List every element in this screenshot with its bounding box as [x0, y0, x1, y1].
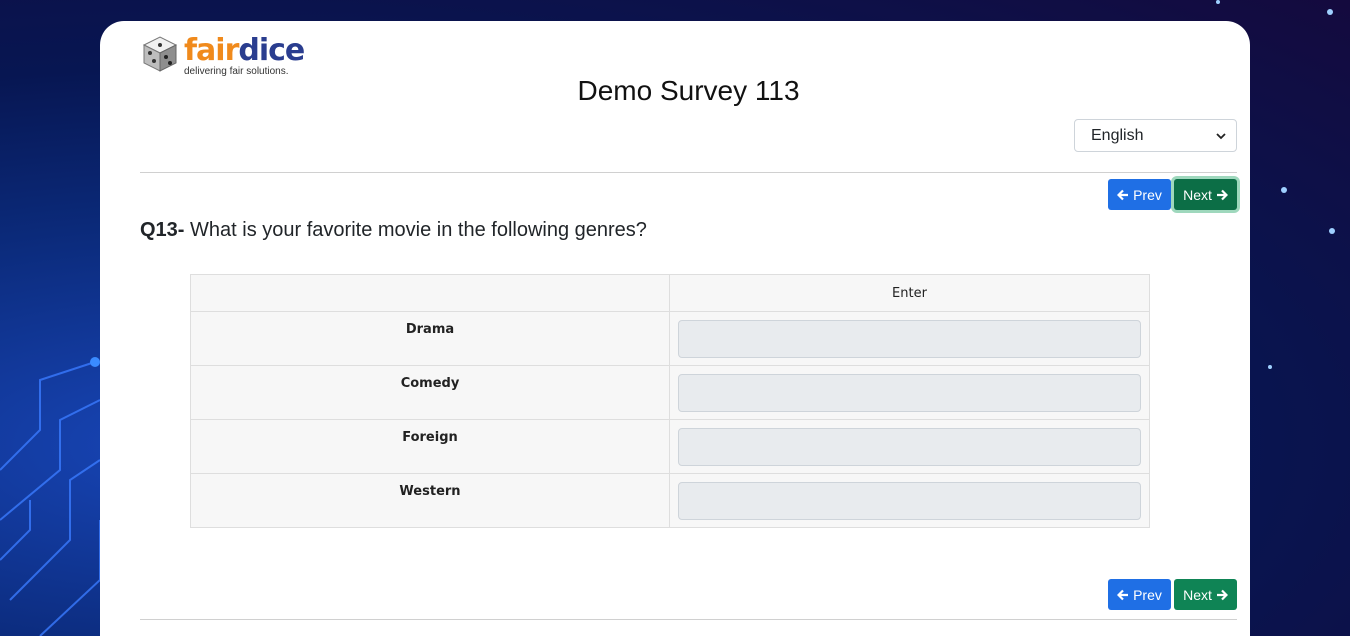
foreign-input[interactable] — [678, 427, 1141, 466]
brand-name-part2: dice — [238, 33, 305, 68]
question-number: Q13- — [140, 219, 185, 241]
divider-bottom — [140, 619, 1237, 620]
row-input-cell — [669, 311, 1150, 366]
row-label-comedy: Comedy — [190, 365, 670, 420]
arrow-left-icon — [1117, 189, 1129, 200]
survey-card: fairdice delivering fair solutions. Demo… — [100, 21, 1250, 636]
table-row: Comedy — [190, 365, 1150, 420]
next-button-label: Next — [1183, 586, 1212, 603]
next-button-bottom[interactable]: Next — [1174, 579, 1237, 610]
western-input[interactable] — [678, 481, 1141, 520]
row-label-western: Western — [190, 473, 670, 528]
fairdice-logo: fairdice delivering fair solutions. — [140, 33, 310, 79]
table-row: Western — [190, 473, 1150, 528]
grid-header-row: Enter — [190, 274, 1150, 312]
grid-header-empty — [190, 274, 670, 312]
arrow-right-icon — [1216, 189, 1228, 200]
comedy-input[interactable] — [678, 373, 1141, 412]
chevron-down-icon — [1216, 132, 1226, 139]
next-button-label: Next — [1183, 186, 1212, 203]
next-button-top[interactable]: Next — [1174, 179, 1237, 210]
brand-wordmark: fairdice — [184, 33, 305, 69]
row-label-foreign: Foreign — [190, 419, 670, 474]
row-input-cell — [669, 473, 1150, 528]
question-grid: Enter Drama Comedy Foreign Western — [190, 274, 1150, 528]
table-row: Foreign — [190, 419, 1150, 474]
language-select-value: English — [1091, 126, 1144, 144]
row-input-cell — [669, 419, 1150, 474]
grid-header-enter: Enter — [669, 274, 1150, 312]
arrow-right-icon — [1216, 589, 1228, 600]
dice-icon — [142, 36, 178, 72]
table-row: Drama — [190, 311, 1150, 366]
prev-button-top[interactable]: Prev — [1108, 179, 1171, 210]
prev-button-label: Prev — [1133, 186, 1162, 203]
prev-button-label: Prev — [1133, 586, 1162, 603]
divider-top — [140, 172, 1237, 173]
language-select[interactable]: English — [1074, 119, 1237, 152]
prev-button-bottom[interactable]: Prev — [1108, 579, 1171, 610]
arrow-left-icon — [1117, 589, 1129, 600]
row-label-drama: Drama — [190, 311, 670, 366]
question-text: Q13- What is your favorite movie in the … — [140, 219, 647, 242]
brand-name-part1: fair — [184, 33, 239, 68]
drama-input[interactable] — [678, 319, 1141, 358]
page-title: Demo Survey 113 — [577, 75, 800, 106]
row-input-cell — [669, 365, 1150, 420]
question-prompt: What is your favorite movie in the follo… — [190, 219, 647, 241]
